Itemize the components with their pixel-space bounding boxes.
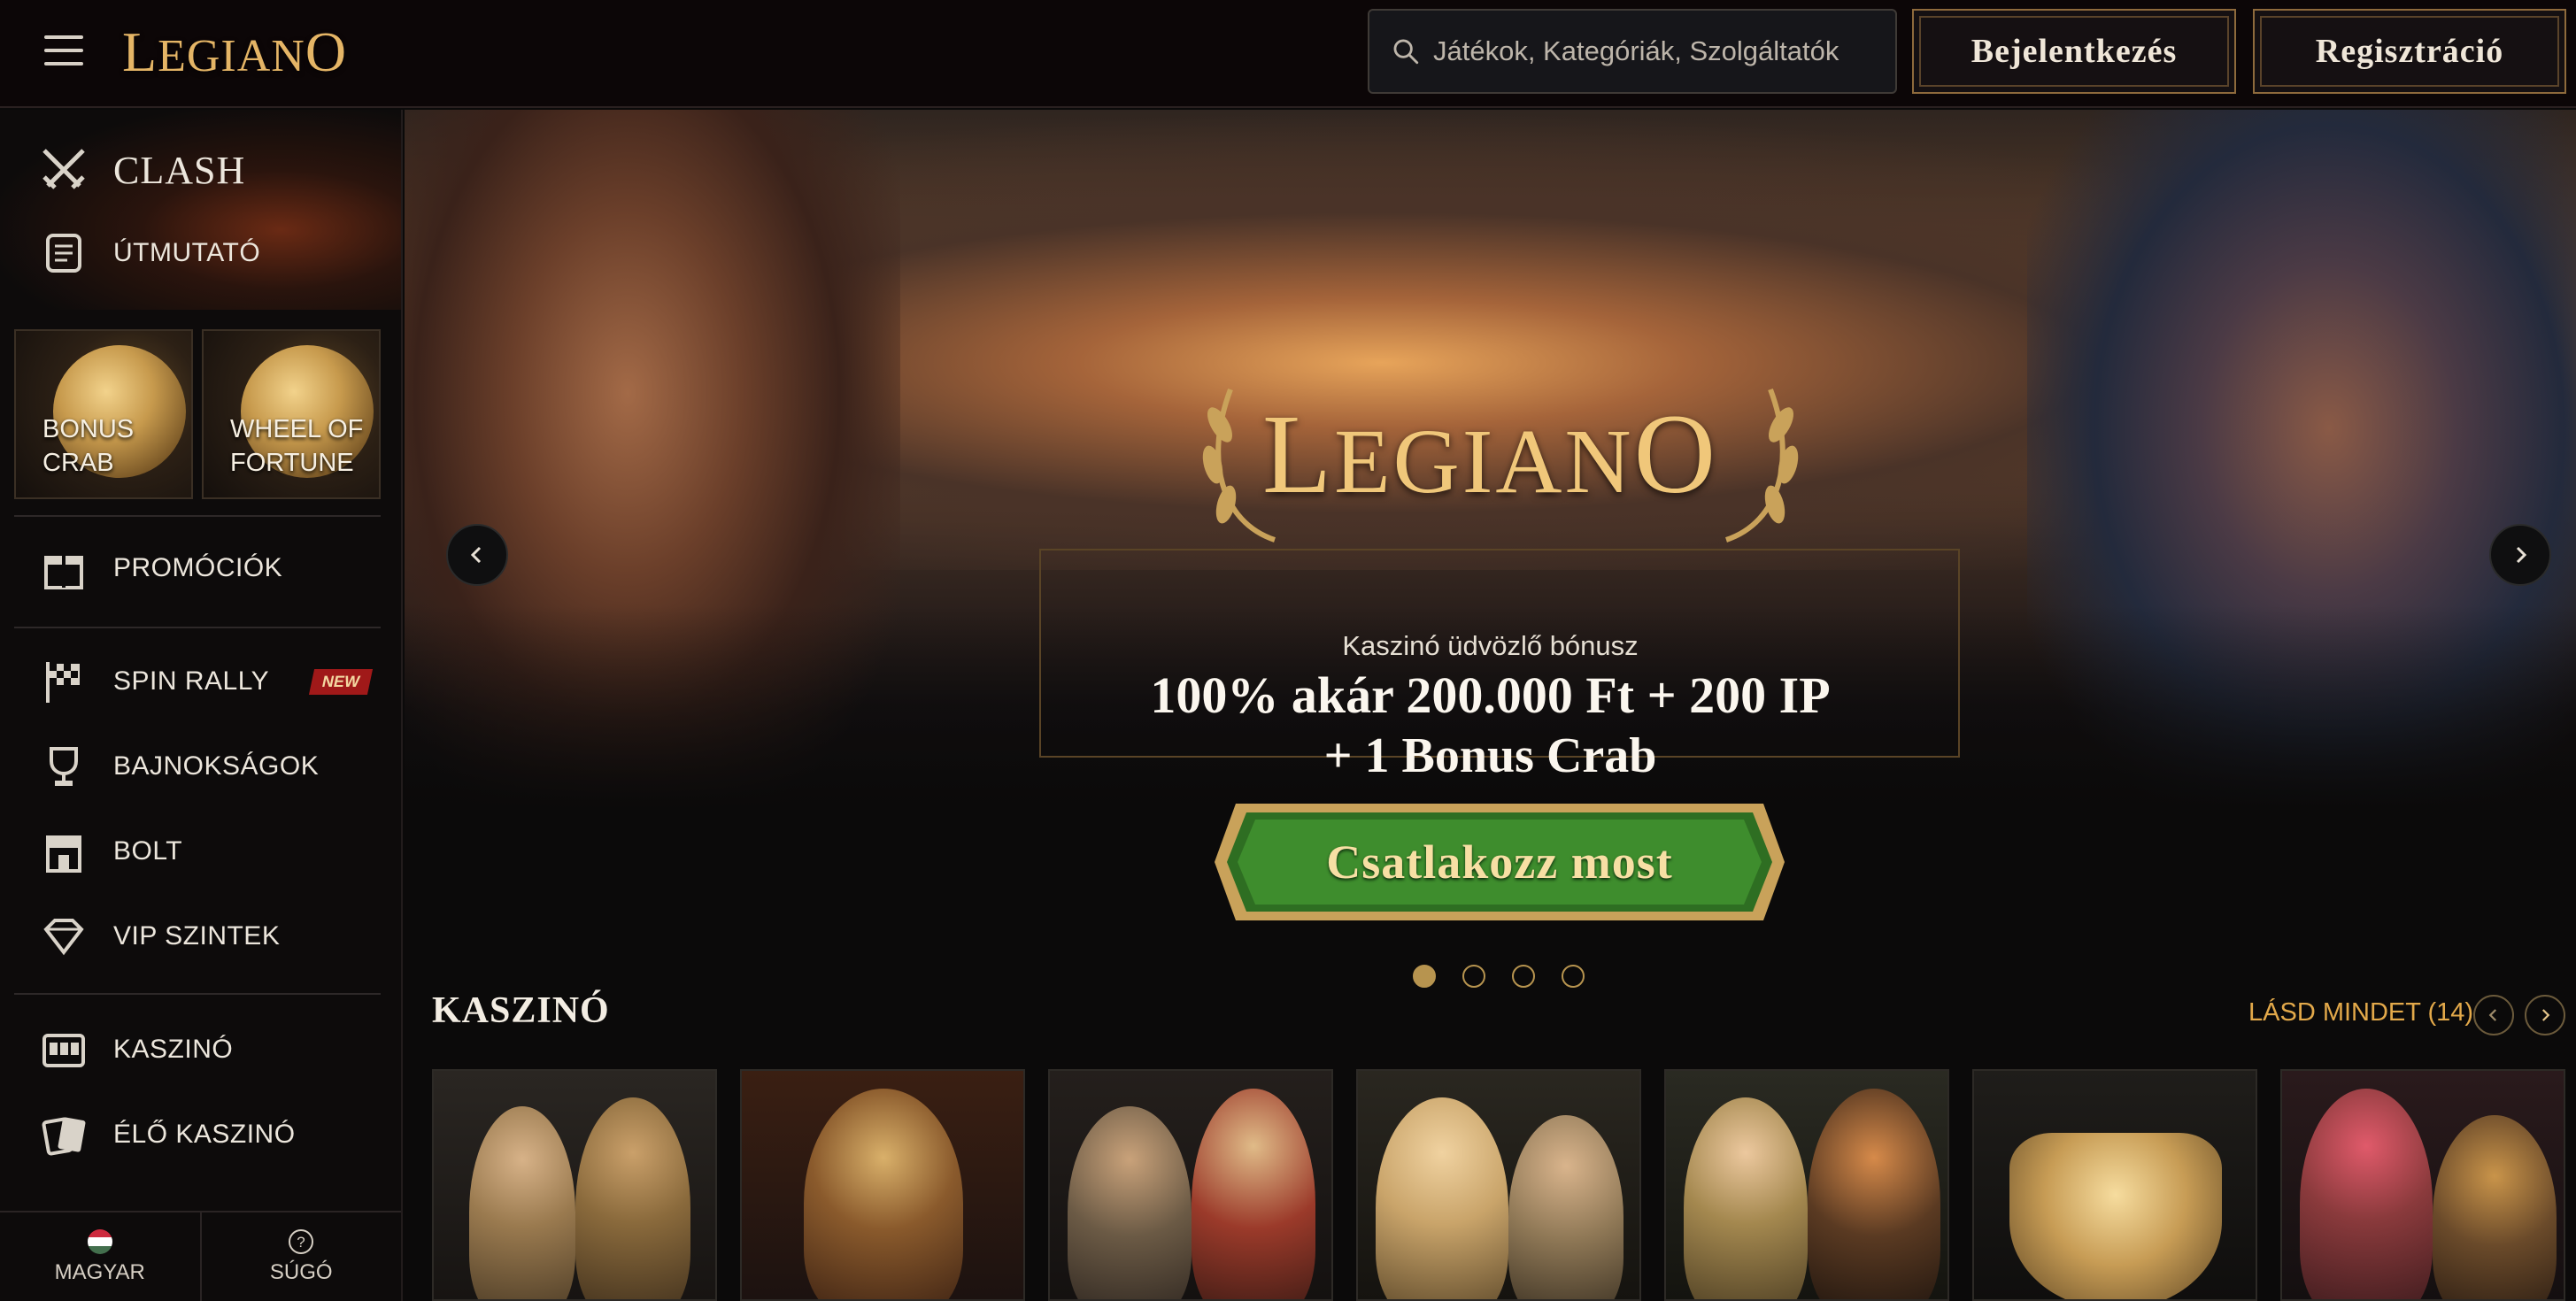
sidebar-item-label: KASZINÓ [113,1035,234,1064]
feature-tiles: BONUS CRAB WHEEL OF FORTUNE [14,329,381,499]
hungarian-flag-icon [87,1229,112,1254]
site-logo[interactable]: LEGIANO [122,19,347,85]
sidebar-item-label: CLASH [113,148,246,192]
sidebar-item-label: BOLT [113,836,183,866]
checkered-flag-icon [37,655,90,708]
casino-section-title: KASZINÓ [432,990,610,1031]
sidebar-item-promotions[interactable]: PROMÓCIÓK [37,542,282,595]
sidebar-item-tournaments[interactable]: BAJNOKSÁGOK [37,740,319,793]
casino-prev-button[interactable] [2473,995,2514,1035]
carousel-dot-4[interactable] [1562,965,1585,988]
sidebar-footer: MAGYAR ? SÚGÓ [0,1211,401,1301]
game-tile[interactable] [1664,1069,1949,1301]
trophy-icon [37,740,90,793]
game-tile[interactable] [432,1069,717,1301]
search-box[interactable] [1368,9,1897,94]
carousel-dot-2[interactable] [1462,965,1485,988]
wheel-of-fortune-tile[interactable]: WHEEL OF FORTUNE [202,329,381,499]
clash-banner [0,110,401,310]
help-icon: ? [289,1229,314,1254]
sidebar-item-casino[interactable]: KASZINÓ [37,1023,233,1076]
sidebar-item-label: SPIN RALLY [113,666,270,696]
carousel-dot-3[interactable] [1512,965,1535,988]
divider [14,627,381,628]
game-tile[interactable] [2280,1069,2565,1301]
sidebar-item-guide[interactable]: ÚTMUTATÓ [37,227,260,280]
chevron-left-icon [2488,1009,2497,1021]
sidebar-item-live-casino[interactable]: ÉLŐ KASZINÓ [37,1108,296,1161]
diamond-icon [37,910,90,963]
sidebar-item-vip-levels[interactable]: VIP SZINTEK [37,910,280,963]
menu-icon[interactable] [44,35,83,65]
chevron-left-icon [470,546,482,564]
shop-icon [37,825,90,878]
playing-cards-icon [37,1108,90,1161]
sidebar-item-clash[interactable]: CLASH [37,143,245,196]
sidebar: CLASH ÚTMUTATÓ BONUS CRAB WHEEL OF FORTUNE [0,110,403,1301]
gift-icon [37,542,90,595]
hero-offer-line-2: + 1 Bonus Crab [1323,728,1657,783]
game-tile[interactable] [1356,1069,1641,1301]
game-tile[interactable] [1048,1069,1333,1301]
sidebar-item-label: ÉLŐ KASZINÓ [113,1120,296,1149]
casino-next-button[interactable] [2525,995,2565,1035]
search-icon [1393,39,1419,65]
casino-game-row [432,1069,2565,1301]
new-badge: NEW [309,668,374,695]
bonus-crab-tile[interactable]: BONUS CRAB [14,329,193,499]
hero-subtitle: Kaszinó üdvözlő bónusz [1342,630,1639,661]
sidebar-item-label: VIP SZINTEK [113,921,281,951]
sidebar-item-spin-rally[interactable]: SPIN RALLY NEW [37,655,374,708]
carousel-dot-1[interactable] [1413,965,1436,988]
sidebar-item-label: BAJNOKSÁGOK [113,751,320,781]
hero-next-arrow[interactable] [2489,524,2551,586]
crossed-swords-icon [37,143,90,196]
slot-machine-icon [37,1023,90,1076]
chevron-right-icon [2516,546,2527,564]
sidebar-item-label: PROMÓCIÓK [113,553,283,582]
svg-text:?: ? [297,1234,305,1251]
register-button[interactable]: Regisztráció [2253,9,2566,94]
login-button[interactable]: Bejelentkezés [1912,9,2236,94]
help-button[interactable]: ? SÚGÓ [202,1212,402,1301]
sidebar-item-shop[interactable]: BOLT [37,825,182,878]
hero-offer-line-1: 100% akár 200.000 Ft + 200 IP [1150,666,1831,724]
top-bar: LEGIANO Bejelentkezés Regisztráció [0,0,2576,108]
scroll-icon [37,227,90,280]
chevron-right-icon [2541,1009,2550,1021]
carousel-dots [1413,965,1585,988]
game-tile[interactable] [1972,1069,2257,1301]
divider [14,515,381,517]
hero-logo: LEGIANO [1261,391,1719,517]
language-selector[interactable]: MAGYAR [0,1212,202,1301]
search-input[interactable] [1433,35,1893,67]
see-all-link[interactable]: LÁSD MINDET (14) [2248,998,2473,1028]
hero-prev-arrow[interactable] [446,524,508,586]
join-now-button[interactable]: Csatlakozz most [1209,797,1790,928]
game-tile[interactable] [740,1069,1025,1301]
divider [14,993,381,995]
sidebar-item-label: ÚTMUTATÓ [113,238,261,267]
